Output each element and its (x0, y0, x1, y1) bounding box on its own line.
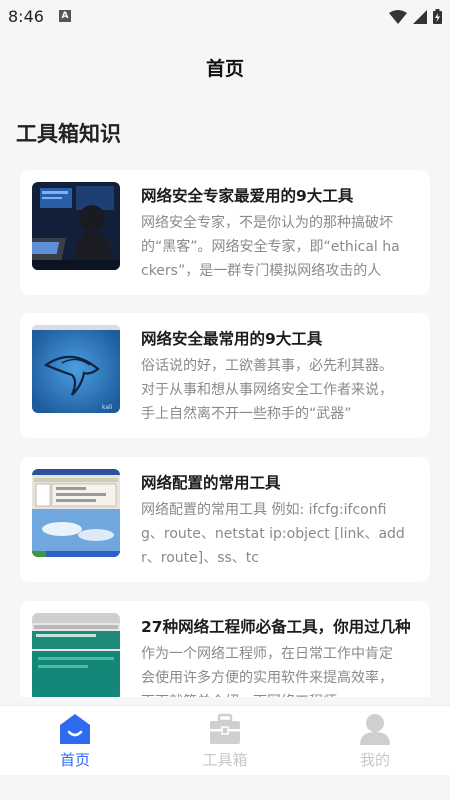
article-description: 俗话说的好，工欲善其事，必先利其器。对于从事和想从事网络安全工作者来说，手上自然… (141, 358, 393, 422)
system-nav-area (0, 775, 450, 800)
article-description: 作为一个网络工程师，在日常工作中肯定会使用许多方便的实用软件来提高效率，下面就简… (141, 646, 393, 697)
article-card[interactable]: kali 网络安全最常用的9大工具 俗话说的好，工欲善其事，必先利其器。对于从事… (20, 313, 430, 438)
toolbox-icon (210, 713, 240, 744)
tab-home[interactable]: 首页 (35, 712, 115, 776)
article-card[interactable]: 27种网络工程师必备工具，你用过几种 作为一个网络工程师，在日常工作中肯定会使用… (20, 601, 430, 697)
article-description: 网络安全专家，不是你认为的那种搞破坏的“黑客”。网络安全专家，即“ethical… (141, 215, 400, 279)
tab-toolbox[interactable]: 工具箱 (185, 712, 265, 776)
article-thumbnail (32, 182, 120, 270)
tab-profile[interactable]: 我的 (335, 712, 415, 776)
tab-home-label: 首页 (59, 751, 90, 769)
tab-toolbox-label: 工具箱 (202, 751, 248, 769)
article-title: 网络配置的常用工具 (141, 474, 281, 492)
article-thumbnail: kali (32, 325, 120, 413)
article-description: 网络配置的常用工具 例如: ifcfg:ifconfig、route、netst… (141, 502, 405, 566)
article-title: 网络安全专家最爱用的9大工具 (141, 187, 354, 205)
article-card[interactable]: 网络安全专家最爱用的9大工具 网络安全专家，不是你认为的那种搞破坏的“黑客”。网… (20, 170, 430, 295)
svg-text:kali: kali (102, 404, 113, 411)
article-card[interactable]: 网络配置的常用工具 网络配置的常用工具 例如: ifcfg:ifconfig、r… (20, 457, 430, 582)
tab-profile-label: 我的 (359, 751, 390, 769)
article-title: 网络安全最常用的9大工具 (141, 330, 323, 348)
article-title: 27种网络工程师必备工具，你用过几种 (141, 618, 411, 636)
home-icon (60, 714, 90, 744)
article-thumbnail (32, 613, 120, 697)
profile-icon (360, 714, 390, 745)
section-title: 工具箱知识 (16, 122, 121, 146)
article-thumbnail (32, 469, 120, 557)
bottom-tab-bar: 首页 工具箱 我的 (0, 705, 450, 775)
content-scroll-area[interactable]: 工具箱知识 网络安全专家最爱用的9大工具 网络安全专家，不是你认为的那种搞破坏的… (0, 0, 450, 697)
